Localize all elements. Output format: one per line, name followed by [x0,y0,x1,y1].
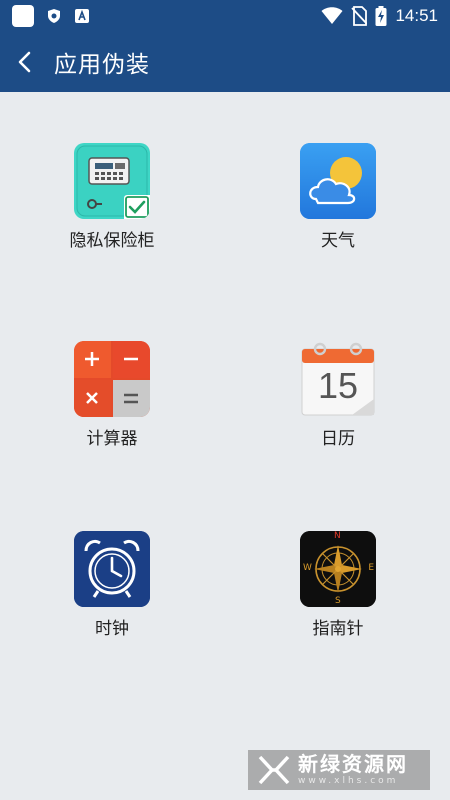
app-bar: 应用伪装 [0,32,450,92]
app-label-safe: 隐私保险柜 [69,231,155,251]
page-title: 应用伪装 [54,52,150,78]
app-label-weather: 天气 [321,231,355,251]
selected-check-icon [124,195,150,219]
no-sim-icon [351,6,368,26]
alarm-clock-icon [74,531,150,607]
shield-icon [48,9,60,23]
app-item-calendar[interactable]: 15 日历 [268,341,408,449]
calendar-day: 15 [317,365,359,406]
watermark-name: 新绿资源网 [298,752,408,776]
app-label-compass: 指南针 [312,619,364,639]
app-label-calendar: 日历 [321,429,355,449]
watermark-url: www.xlhs.com [298,776,399,786]
compass-icon: N E S W [300,531,376,607]
back-button[interactable] [0,32,50,92]
app-square-icon [12,5,34,27]
wifi-icon [321,7,343,24]
font-a-icon [75,9,89,23]
compass-w: W [303,563,312,573]
weather-icon [300,143,376,219]
app-item-compass[interactable]: N E S W 指南针 [268,531,408,639]
battery-charging-icon [375,6,387,26]
app-item-weather[interactable]: 天气 [268,143,408,251]
app-label-calculator: 计算器 [86,429,138,449]
compass-e: E [368,563,374,573]
status-bar: 14:51 [0,0,450,32]
app-item-calculator[interactable]: 计算器 [42,341,182,449]
safe-icon [74,143,150,219]
status-time: 14:51 [395,6,438,25]
app-item-safe[interactable]: 隐私保险柜 [42,143,182,251]
app-item-clock[interactable]: 时钟 [42,531,182,639]
app-label-clock: 时钟 [95,619,129,639]
watermark: 新绿资源网 www.xlhs.com [248,750,430,790]
back-arrow-icon [18,51,31,73]
compass-n: N [334,531,341,541]
calendar-icon: 15 [300,341,376,417]
watermark-logo [258,755,290,785]
compass-s: S [335,596,341,606]
calculator-icon [74,341,150,417]
